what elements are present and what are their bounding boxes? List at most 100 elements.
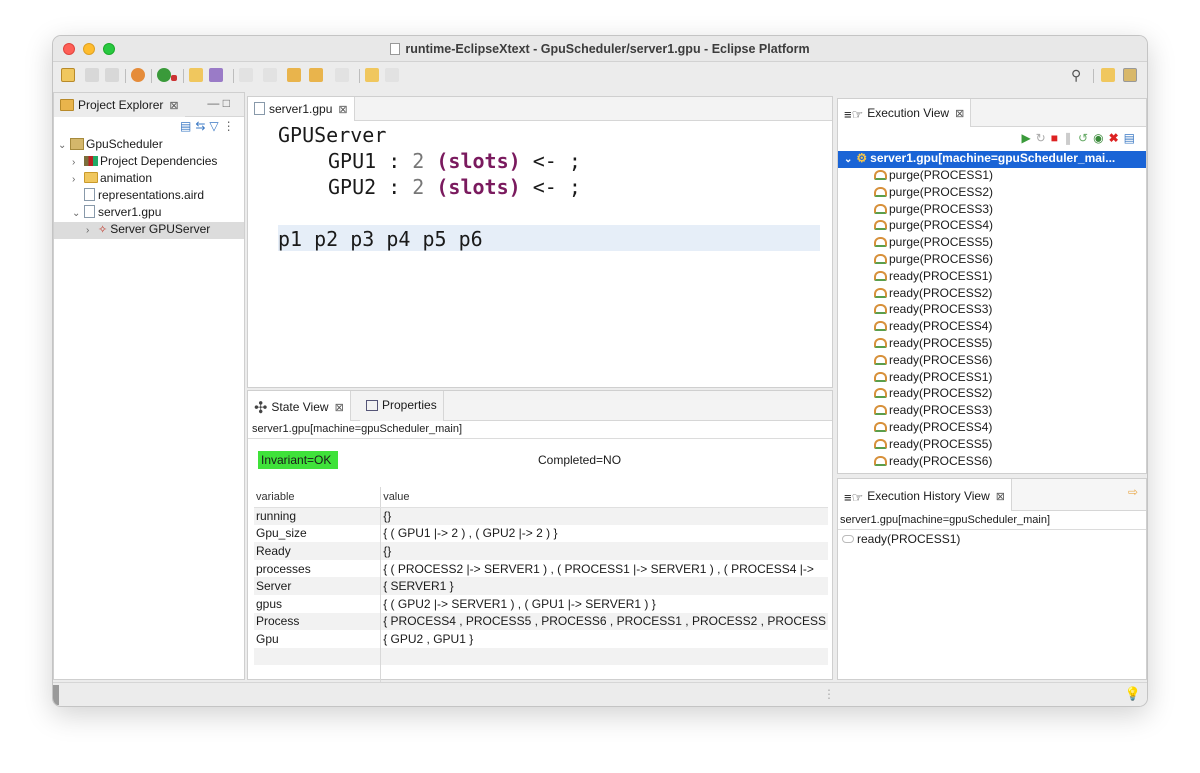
table-row[interactable] [254,647,828,666]
execution-event-item[interactable]: ready(PROCESS5) [838,437,1146,454]
table-row[interactable]: Ready{} [254,542,828,560]
tree-item-animation[interactable]: › animation [54,171,152,188]
debug-icon[interactable] [131,68,145,82]
execution-event-item[interactable]: ready(PROCESS3) [838,302,1146,319]
expand-icon[interactable]: ⌄ [58,140,70,151]
tab-execution-history[interactable]: ≡☞ Execution History View ⊠ [838,479,1012,511]
tab-properties[interactable]: Properties [360,391,444,421]
close-tab-icon[interactable]: ⊠ [169,100,178,112]
tab-server1-gpu[interactable]: server1.gpu ⊠ [248,97,355,121]
save-icon[interactable] [85,68,99,82]
toolbar-separator [183,69,184,83]
open-folder-icon[interactable] [189,68,203,82]
expand-icon[interactable]: › [86,225,98,236]
execution-event-item[interactable]: ready(PROCESS2) [838,386,1146,403]
tree-item-gpuscheduler[interactable]: ⌄ GpuScheduler [54,137,163,154]
forward-icon[interactable] [335,68,349,82]
table-row[interactable]: Gpu_size{ ( GPU1 |-> 2 ) , ( GPU2 |-> 2 … [254,524,828,543]
pin-icon[interactable] [385,68,399,82]
execution-event-item[interactable]: purge(PROCESS6) [838,252,1146,269]
execution-event-item[interactable]: ready(PROCESS2) [838,286,1146,303]
execution-event-item[interactable]: ready(PROCESS6) [838,454,1146,471]
resume-icon[interactable]: ▶ [1021,131,1035,145]
execution-event-label: ready(PROCESS5) [889,336,993,350]
tab-execution-view[interactable]: ≡☞ Execution View ⊠ [838,99,972,127]
perspective-icon[interactable] [1101,68,1115,82]
execution-event-item[interactable]: purge(PROCESS5) [838,235,1146,252]
filter-icon[interactable]: ▽ [209,119,222,133]
close-tab-icon[interactable]: ⊠ [335,402,344,414]
run-debug-icon[interactable]: ◉ [1093,131,1108,145]
execution-event-item[interactable]: ready(PROCESS6) [838,353,1146,370]
execution-event-item[interactable]: purge(PROCESS4) [838,218,1146,235]
execution-event-item[interactable]: ready(PROCESS5) [838,336,1146,353]
restart-icon[interactable]: ↺ [1078,131,1093,145]
column-header-value[interactable]: value [380,487,828,508]
expand-icon[interactable]: › [72,174,84,185]
execution-event-item[interactable]: purge(PROCESS3) [838,202,1146,219]
tree-item-representations[interactable]: representations.aird [54,188,204,205]
previous-annotation-icon[interactable] [263,68,277,82]
tip-bulb-icon[interactable]: 💡 [1125,686,1141,702]
tab-execution-view-label: Execution View [867,106,950,120]
execution-event-item[interactable]: ready(PROCESS3) [838,403,1146,420]
execution-event-item[interactable]: ready(PROCESS1) [838,370,1146,387]
new-icon[interactable] [61,68,75,82]
collapse-icon[interactable]: ▤ [1124,131,1140,145]
tree-item-project-dependencies[interactable]: › Project Dependencies [54,154,217,171]
run-icon[interactable] [157,68,171,82]
restore-view-icon[interactable]: ⇨ [1128,485,1138,499]
stop-icon[interactable]: ■ [1051,131,1063,145]
expand-icon[interactable]: › [72,157,84,168]
collapse-all-icon[interactable]: ▤ [180,119,195,133]
execution-root-item[interactable]: ⌄ ⚙ server1.gpu[machine=gpuScheduler_mai..… [838,151,1146,168]
remove-icon[interactable]: ✖ [1109,131,1124,145]
edit-icon[interactable] [209,68,223,82]
code-line-2[interactable]: GPU1 : 2 (slots) <- ; [328,149,581,173]
history-item[interactable]: ready(PROCESS1) [842,532,960,546]
next-annotation-icon[interactable] [239,68,253,82]
view-menu-icon[interactable]: ⋮ [223,119,239,133]
table-row[interactable]: processes{ ( PROCESS2 |-> SERVER1 ) , ( … [254,559,828,578]
code-line-5[interactable]: p1 p2 p3 p4 p5 p6 [278,227,483,251]
search-icon[interactable]: ⚲ [1071,67,1081,84]
status-handle[interactable] [53,685,59,705]
table-row[interactable] [254,665,828,683]
close-tab-icon[interactable]: ⊠ [955,108,964,120]
expand-icon[interactable]: ⌄ [844,154,852,165]
column-header-variable[interactable]: variable [254,487,382,508]
execution-event-item[interactable]: ready(PROCESS4) [838,319,1146,336]
event-icon [874,422,887,432]
table-header-row: variable value [254,487,828,508]
file-icon [84,188,95,201]
execution-event-item[interactable]: purge(PROCESS1) [838,168,1146,185]
resource-perspective-icon[interactable] [1123,68,1137,82]
table-row[interactable]: Gpu{ GPU2 , GPU1 } [254,630,828,648]
step-icon[interactable]: ↻ [1036,131,1051,145]
open-perspective-icon[interactable] [365,68,379,82]
code-line-3[interactable]: GPU2 : 2 (slots) <- ; [328,175,581,199]
tree-item-server-gpuserver[interactable]: › ✧ Server GPUServer [54,222,244,239]
tab-state-view[interactable]: ✣ State View ⊠ [248,391,351,421]
last-edit-icon[interactable] [287,68,301,82]
code-line-1[interactable]: GPUServer [278,123,386,147]
back-icon[interactable] [309,68,323,82]
table-row[interactable]: gpus{ ( GPU2 |-> SERVER1 ) , ( GPU1 |-> … [254,594,828,613]
execution-event-item[interactable]: ready(PROCESS1) [838,269,1146,286]
table-row[interactable]: running{} [254,507,828,525]
tree-item-server1-gpu[interactable]: ⌄ server1.gpu [54,205,161,222]
expand-icon[interactable]: ⌄ [72,208,84,219]
minimize-view-icon[interactable]: — □ [207,96,230,110]
close-tab-icon[interactable]: ⊠ [338,104,347,116]
execution-event-label: purge(PROCESS3) [889,201,994,216]
save-all-icon[interactable] [105,68,119,82]
divider [838,529,1146,530]
execution-event-item[interactable]: purge(PROCESS2) [838,185,1146,202]
table-row[interactable]: Server{ SERVER1 } [254,577,828,595]
link-editor-icon[interactable]: ⇆ [195,119,209,133]
table-row[interactable]: Process{ PROCESS4 , PROCESS5 , PROCESS6 … [254,612,828,631]
tab-project-explorer[interactable]: Project Explorer ⊠ [54,93,185,117]
pause-icon[interactable]: ❚ [1063,131,1078,145]
execution-event-item[interactable]: ready(PROCESS4) [838,420,1146,437]
close-tab-icon[interactable]: ⊠ [996,491,1005,503]
